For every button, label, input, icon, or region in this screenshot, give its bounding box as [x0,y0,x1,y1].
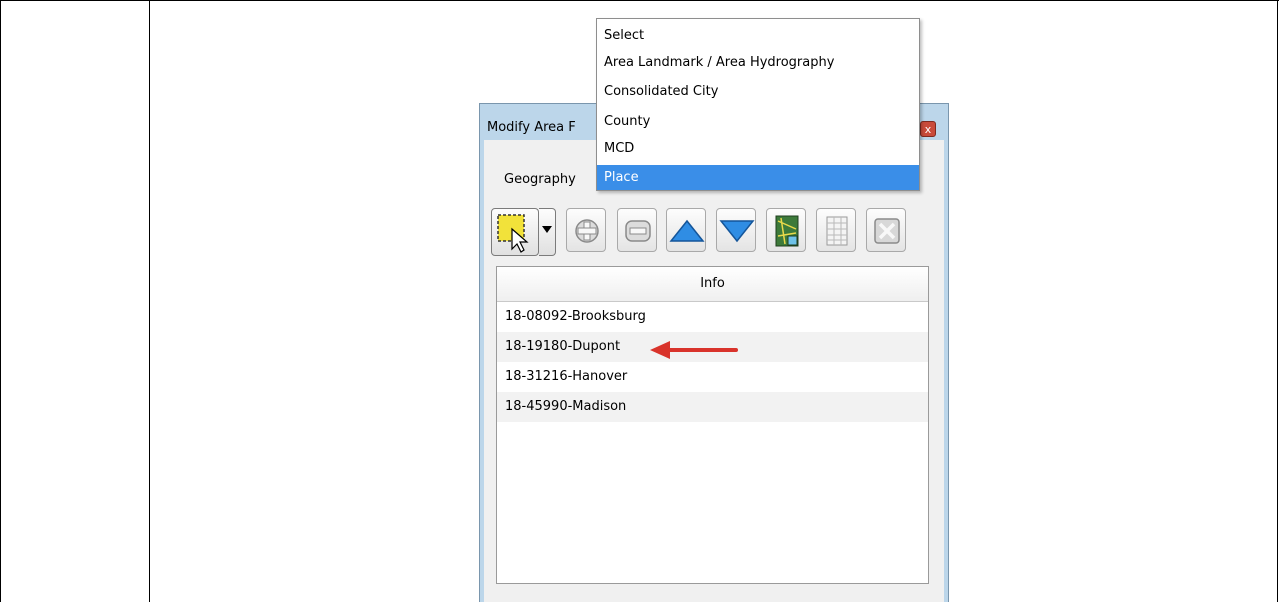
clear-button[interactable] [866,208,906,252]
table-border-left [0,0,1,602]
remove-icon [625,220,651,242]
list-item[interactable]: 18-31216-Hanover [497,362,928,392]
red-arrow-annotation [650,341,738,359]
select-rectangle-icon [497,214,529,253]
info-list: Info 18-08092-Brooksburg 18-19180-Dupont… [496,266,929,584]
add-button[interactable] [566,208,606,252]
add-icon [575,219,599,243]
select-mode-dropdown[interactable] [539,208,556,256]
move-up-button[interactable] [666,208,706,252]
map-zoom-icon [775,215,799,247]
list-item[interactable]: 18-08092-Brooksburg [497,302,928,332]
zoom-to-map-button[interactable] [766,208,806,252]
table-border-top [0,0,1279,1]
select-rectangle-button[interactable] [491,208,539,256]
dropdown-option-consolidated-city[interactable]: Consolidated City [597,79,919,104]
table-button[interactable] [816,208,856,252]
dropdown-arrow-icon [542,226,552,233]
dropdown-option-select[interactable]: Select [597,23,919,48]
dialog-title: Modify Area F [487,120,576,135]
dropdown-option-mcd[interactable]: MCD [597,136,919,161]
clear-icon [874,218,900,244]
table-column-divider [149,0,150,602]
move-down-icon [719,220,755,243]
geography-label: Geography [504,172,576,187]
table-icon [826,216,848,246]
info-column-header[interactable]: Info [497,267,928,302]
remove-button[interactable] [617,208,657,252]
geography-dropdown-menu[interactable]: Select Area Landmark / Area Hydrography … [596,18,920,191]
list-item[interactable]: 18-45990-Madison [497,392,928,422]
dropdown-option-area-landmark[interactable]: Area Landmark / Area Hydrography [597,50,919,75]
table-border-right [1277,0,1278,602]
dropdown-option-place[interactable]: Place [597,165,919,190]
move-up-icon [669,219,705,242]
close-icon[interactable]: x [920,121,936,137]
dropdown-option-county[interactable]: County [597,109,919,134]
move-down-button[interactable] [716,208,756,252]
